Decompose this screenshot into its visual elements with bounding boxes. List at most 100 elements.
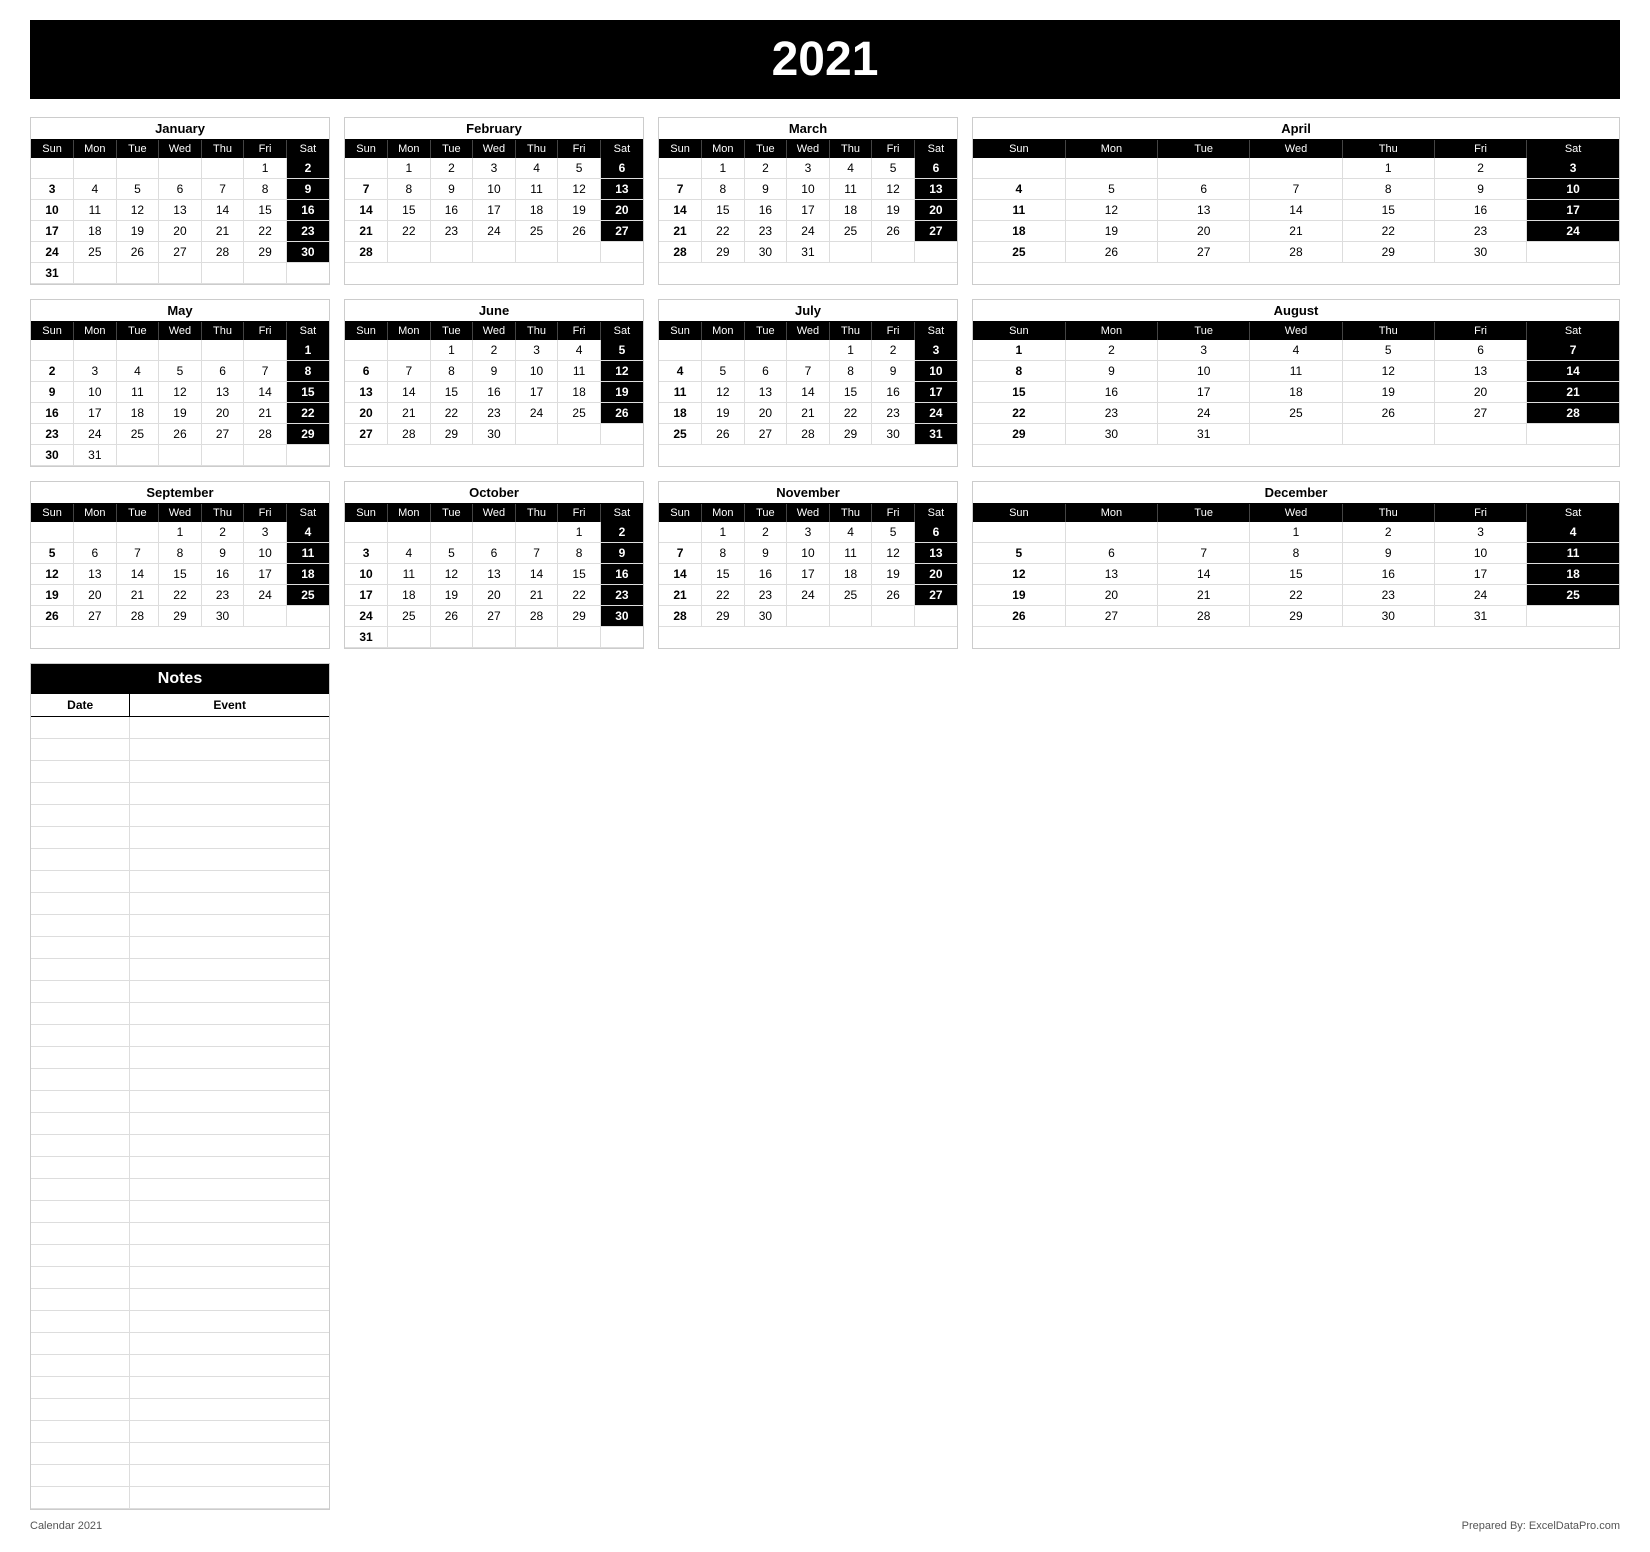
notes-row[interactable] bbox=[31, 1135, 329, 1157]
notes-row-date-cell[interactable] bbox=[31, 761, 130, 782]
notes-row-event-cell[interactable] bbox=[130, 827, 329, 848]
notes-row[interactable] bbox=[31, 1311, 329, 1333]
notes-row-event-cell[interactable] bbox=[130, 1421, 329, 1442]
notes-row-event-cell[interactable] bbox=[130, 981, 329, 1002]
notes-row[interactable] bbox=[31, 1179, 329, 1201]
notes-row-event-cell[interactable] bbox=[130, 1289, 329, 1310]
notes-row-date-cell[interactable] bbox=[31, 1355, 130, 1376]
notes-row-date-cell[interactable] bbox=[31, 805, 130, 826]
notes-row[interactable] bbox=[31, 739, 329, 761]
notes-row-event-cell[interactable] bbox=[130, 1377, 329, 1398]
notes-row-date-cell[interactable] bbox=[31, 849, 130, 870]
notes-row-event-cell[interactable] bbox=[130, 959, 329, 980]
notes-row-date-cell[interactable] bbox=[31, 1113, 130, 1134]
notes-row-date-cell[interactable] bbox=[31, 981, 130, 1002]
notes-row-date-cell[interactable] bbox=[31, 827, 130, 848]
notes-row-event-cell[interactable] bbox=[130, 1047, 329, 1068]
notes-row[interactable] bbox=[31, 1069, 329, 1091]
notes-row[interactable] bbox=[31, 805, 329, 827]
notes-row-event-cell[interactable] bbox=[130, 1355, 329, 1376]
notes-row-date-cell[interactable] bbox=[31, 1047, 130, 1068]
notes-row-event-cell[interactable] bbox=[130, 783, 329, 804]
notes-row-event-cell[interactable] bbox=[130, 717, 329, 738]
notes-row-event-cell[interactable] bbox=[130, 1025, 329, 1046]
notes-row[interactable] bbox=[31, 1289, 329, 1311]
notes-row-event-cell[interactable] bbox=[130, 1091, 329, 1112]
notes-row[interactable] bbox=[31, 1377, 329, 1399]
notes-row-event-cell[interactable] bbox=[130, 761, 329, 782]
notes-row-date-cell[interactable] bbox=[31, 717, 130, 738]
notes-row-date-cell[interactable] bbox=[31, 1201, 130, 1222]
notes-row-date-cell[interactable] bbox=[31, 1025, 130, 1046]
notes-row-event-cell[interactable] bbox=[130, 1157, 329, 1178]
notes-row-date-cell[interactable] bbox=[31, 1223, 130, 1244]
notes-row[interactable] bbox=[31, 1443, 329, 1465]
notes-row-event-cell[interactable] bbox=[130, 1201, 329, 1222]
notes-row-date-cell[interactable] bbox=[31, 893, 130, 914]
notes-row[interactable] bbox=[31, 915, 329, 937]
notes-row-event-cell[interactable] bbox=[130, 1135, 329, 1156]
notes-row-date-cell[interactable] bbox=[31, 1333, 130, 1354]
notes-row-date-cell[interactable] bbox=[31, 1245, 130, 1266]
notes-row-event-cell[interactable] bbox=[130, 1267, 329, 1288]
notes-row-date-cell[interactable] bbox=[31, 1069, 130, 1090]
notes-row[interactable] bbox=[31, 1047, 329, 1069]
notes-row[interactable] bbox=[31, 1333, 329, 1355]
notes-row[interactable] bbox=[31, 1025, 329, 1047]
notes-row[interactable] bbox=[31, 871, 329, 893]
notes-row[interactable] bbox=[31, 1421, 329, 1443]
notes-row[interactable] bbox=[31, 1245, 329, 1267]
notes-row-date-cell[interactable] bbox=[31, 959, 130, 980]
notes-row-date-cell[interactable] bbox=[31, 1135, 130, 1156]
notes-row-event-cell[interactable] bbox=[130, 1179, 329, 1200]
notes-row-event-cell[interactable] bbox=[130, 1443, 329, 1464]
notes-row[interactable] bbox=[31, 959, 329, 981]
notes-row-event-cell[interactable] bbox=[130, 893, 329, 914]
notes-row[interactable] bbox=[31, 1201, 329, 1223]
notes-row[interactable] bbox=[31, 1355, 329, 1377]
notes-row-date-cell[interactable] bbox=[31, 1091, 130, 1112]
notes-row-event-cell[interactable] bbox=[130, 1069, 329, 1090]
notes-row[interactable] bbox=[31, 1003, 329, 1025]
notes-row-event-cell[interactable] bbox=[130, 1333, 329, 1354]
notes-row-date-cell[interactable] bbox=[31, 739, 130, 760]
notes-row-date-cell[interactable] bbox=[31, 915, 130, 936]
notes-row[interactable] bbox=[31, 717, 329, 739]
notes-row-event-cell[interactable] bbox=[130, 1465, 329, 1486]
notes-row[interactable] bbox=[31, 1223, 329, 1245]
notes-row[interactable] bbox=[31, 827, 329, 849]
notes-row[interactable] bbox=[31, 849, 329, 871]
notes-row-date-cell[interactable] bbox=[31, 783, 130, 804]
notes-row[interactable] bbox=[31, 937, 329, 959]
notes-row[interactable] bbox=[31, 893, 329, 915]
notes-row[interactable] bbox=[31, 1487, 329, 1509]
notes-row-event-cell[interactable] bbox=[130, 1311, 329, 1332]
notes-row[interactable] bbox=[31, 981, 329, 1003]
notes-row-event-cell[interactable] bbox=[130, 739, 329, 760]
notes-row-date-cell[interactable] bbox=[31, 1157, 130, 1178]
notes-row[interactable] bbox=[31, 1113, 329, 1135]
notes-row-event-cell[interactable] bbox=[130, 871, 329, 892]
notes-row-date-cell[interactable] bbox=[31, 1421, 130, 1442]
notes-row-date-cell[interactable] bbox=[31, 1443, 130, 1464]
notes-row[interactable] bbox=[31, 761, 329, 783]
notes-row-event-cell[interactable] bbox=[130, 915, 329, 936]
notes-row-date-cell[interactable] bbox=[31, 871, 130, 892]
notes-row-date-cell[interactable] bbox=[31, 1003, 130, 1024]
notes-row-event-cell[interactable] bbox=[130, 1399, 329, 1420]
notes-row-event-cell[interactable] bbox=[130, 1245, 329, 1266]
notes-row[interactable] bbox=[31, 1399, 329, 1421]
notes-row-date-cell[interactable] bbox=[31, 1465, 130, 1486]
notes-row[interactable] bbox=[31, 1157, 329, 1179]
notes-row-date-cell[interactable] bbox=[31, 1289, 130, 1310]
notes-row-date-cell[interactable] bbox=[31, 1311, 130, 1332]
notes-row-date-cell[interactable] bbox=[31, 1377, 130, 1398]
notes-row-event-cell[interactable] bbox=[130, 805, 329, 826]
notes-row-event-cell[interactable] bbox=[130, 1487, 329, 1508]
notes-row-date-cell[interactable] bbox=[31, 1487, 130, 1508]
notes-row-date-cell[interactable] bbox=[31, 937, 130, 958]
notes-row-event-cell[interactable] bbox=[130, 937, 329, 958]
notes-row-event-cell[interactable] bbox=[130, 1113, 329, 1134]
notes-row-event-cell[interactable] bbox=[130, 849, 329, 870]
notes-row-date-cell[interactable] bbox=[31, 1399, 130, 1420]
